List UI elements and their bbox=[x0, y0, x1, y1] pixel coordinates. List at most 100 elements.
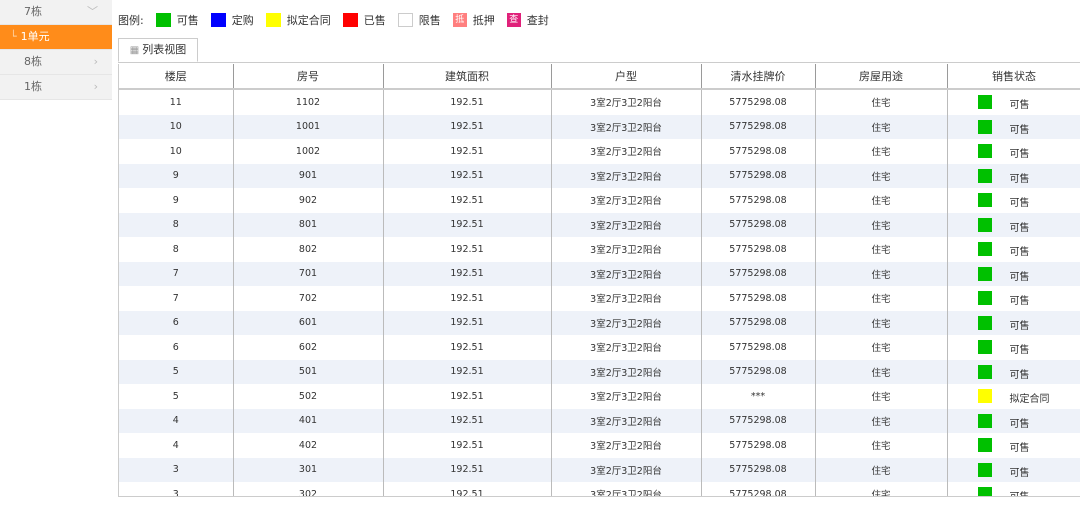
cell-type: 3室2厅3卫2阳台 bbox=[551, 482, 702, 496]
table-row[interactable]: 10 1002 192.51 3室2厅3卫2阳台 5775298.08 住宅 可售 bbox=[119, 139, 1080, 164]
status-swatch bbox=[977, 119, 992, 134]
cell-area: 192.51 bbox=[383, 163, 552, 188]
legend-swatch bbox=[265, 13, 281, 27]
cell-area: 192.51 bbox=[383, 212, 552, 237]
legend-item-seized: 查 查封 bbox=[506, 12, 549, 28]
cell-floor: 3 bbox=[119, 457, 234, 482]
cell-area: 192.51 bbox=[383, 335, 552, 360]
col-header-usage[interactable]: 房屋用途 bbox=[815, 64, 948, 90]
cell-room: 1001 bbox=[233, 114, 384, 139]
table-row[interactable]: 8 802 192.51 3室2厅3卫2阳台 5775298.08 住宅 可售 bbox=[119, 237, 1080, 262]
cell-usage: 住宅 bbox=[815, 384, 948, 409]
legend-swatch bbox=[155, 13, 171, 27]
table-row[interactable]: 4 402 192.51 3室2厅3卫2阳台 5775298.08 住宅 可售 bbox=[119, 433, 1080, 458]
cell-type: 3室2厅3卫2阳台 bbox=[551, 433, 702, 458]
table-row[interactable]: 5 502 192.51 3室2厅3卫2阳台 *** 住宅 拟定合同 bbox=[119, 384, 1080, 409]
cell-usage: 住宅 bbox=[815, 163, 948, 188]
sidebar-empty-area bbox=[0, 124, 112, 509]
col-header-status[interactable]: 销售状态 bbox=[947, 64, 1080, 90]
legend-label: 已售 bbox=[363, 14, 386, 27]
table-row[interactable]: 11 1102 192.51 3室2厅3卫2阳台 5775298.08 住宅 可售 bbox=[119, 89, 1080, 115]
tab-list-view[interactable]: ▦ 列表视图 bbox=[118, 38, 198, 62]
status-swatch bbox=[977, 438, 992, 452]
cell-area: 192.51 bbox=[383, 261, 552, 286]
cell-type: 3室2厅3卫2阳台 bbox=[551, 457, 702, 482]
cell-status: 可售 bbox=[947, 482, 1080, 496]
cell-usage: 住宅 bbox=[815, 335, 948, 360]
status-swatch bbox=[977, 266, 992, 281]
sidebar-item-unit-1[interactable]: └ 1单元 bbox=[0, 25, 112, 50]
cell-type: 3室2厅3卫2阳台 bbox=[551, 286, 702, 311]
cell-room: 701 bbox=[233, 261, 384, 286]
table-row[interactable]: 10 1001 192.51 3室2厅3卫2阳台 5775298.08 住宅 可售 bbox=[119, 114, 1080, 139]
cell-price: 5775298.08 bbox=[701, 212, 816, 237]
table-header-row: 楼层 房号 建筑面积 户型 清水挂牌价 房屋用途 销售状态 bbox=[119, 64, 1080, 90]
cell-floor: 8 bbox=[119, 212, 234, 237]
status-label: 可售 bbox=[1009, 247, 1030, 258]
cell-room: 501 bbox=[233, 359, 384, 384]
table-row[interactable]: 3 301 192.51 3室2厅3卫2阳台 5775298.08 住宅 可售 bbox=[119, 457, 1080, 482]
table-row[interactable]: 4 401 192.51 3室2厅3卫2阳台 5775298.08 住宅 可售 bbox=[119, 408, 1080, 433]
status-swatch bbox=[977, 95, 992, 109]
sidebar-item-building-7[interactable]: 7栋 ﹀ bbox=[0, 0, 112, 25]
cell-usage: 住宅 bbox=[815, 408, 948, 433]
table-row[interactable]: 5 501 192.51 3室2厅3卫2阳台 5775298.08 住宅 可售 bbox=[119, 359, 1080, 384]
col-header-price[interactable]: 清水挂牌价 bbox=[701, 64, 816, 90]
cell-room: 302 bbox=[233, 482, 384, 496]
cell-price: 5775298.08 bbox=[701, 163, 816, 188]
cell-price: 5775298.08 bbox=[701, 433, 816, 458]
cell-room: 1002 bbox=[233, 139, 384, 164]
cell-area: 192.51 bbox=[383, 286, 552, 311]
cell-type: 3室2厅3卫2阳台 bbox=[551, 163, 702, 188]
cell-type: 3室2厅3卫2阳台 bbox=[551, 139, 702, 164]
cell-price: 5775298.08 bbox=[701, 359, 816, 384]
status-label: 可售 bbox=[1009, 443, 1030, 454]
cell-floor: 8 bbox=[119, 237, 234, 262]
cell-usage: 住宅 bbox=[815, 261, 948, 286]
cell-floor: 5 bbox=[119, 384, 234, 409]
cell-area: 192.51 bbox=[383, 384, 552, 409]
col-header-area[interactable]: 建筑面积 bbox=[383, 64, 552, 90]
cell-floor: 10 bbox=[119, 139, 234, 164]
legend-item-mortgage: 抵 抵押 bbox=[452, 12, 495, 28]
cell-price: 5775298.08 bbox=[701, 286, 816, 311]
table-body: 11 1102 192.51 3室2厅3卫2阳台 5775298.08 住宅 可售 10 100… bbox=[119, 89, 1080, 496]
cell-status: 可售 bbox=[947, 212, 1080, 237]
tree-branch-icon: └ bbox=[10, 30, 17, 43]
legend-label: 定购 bbox=[231, 14, 254, 27]
cell-floor: 3 bbox=[119, 482, 234, 496]
cell-room: 702 bbox=[233, 286, 384, 311]
sidebar-item-building-1[interactable]: 1栋 › bbox=[0, 75, 112, 100]
cell-status: 可售 bbox=[947, 457, 1080, 482]
cell-area: 192.51 bbox=[383, 408, 552, 433]
status-label: 拟定合同 bbox=[1009, 394, 1050, 405]
chevron-right-icon: › bbox=[93, 80, 98, 93]
cell-usage: 住宅 bbox=[815, 482, 948, 496]
table-row[interactable]: 3302192.513室2厅3卫2阳台5775298.08住宅 可售 bbox=[119, 482, 1080, 496]
col-header-floor[interactable]: 楼层 bbox=[119, 64, 234, 90]
table-row[interactable]: 6 602 192.51 3室2厅3卫2阳台 5775298.08 住宅 可售 bbox=[119, 335, 1080, 360]
status-label: 可售 bbox=[1009, 173, 1030, 185]
cell-type: 3室2厅3卫2阳台 bbox=[551, 408, 702, 433]
table-row[interactable]: 7 702 192.51 3室2厅3卫2阳台 5775298.08 住宅 可售 bbox=[119, 286, 1080, 311]
cell-area: 192.51 bbox=[383, 310, 552, 335]
cell-status: 拟定合同 bbox=[947, 384, 1080, 409]
table-row[interactable]: 6 601 192.51 3室2厅3卫2阳台 5775298.08 住宅 可售 bbox=[119, 310, 1080, 335]
table-row[interactable]: 7 701 192.51 3室2厅3卫2阳台 5775298.08 住宅 可售 bbox=[119, 261, 1080, 286]
col-header-room[interactable]: 房号 bbox=[233, 64, 384, 90]
sidebar-item-building-8[interactable]: 8栋 › bbox=[0, 50, 112, 75]
cell-area: 192.51 bbox=[383, 114, 552, 139]
chevron-down-icon: ﹀ bbox=[87, 5, 98, 18]
cell-type: 3室2厅3卫2阳台 bbox=[551, 237, 702, 262]
cell-floor: 9 bbox=[119, 188, 234, 213]
view-tab-bar: ▦ 列表视图 bbox=[118, 38, 1080, 63]
table-row[interactable]: 9 902 192.51 3室2厅3卫2阳台 5775298.08 住宅 可售 bbox=[119, 188, 1080, 213]
table-row[interactable]: 9 901 192.51 3室2厅3卫2阳台 5775298.08 住宅 可售 bbox=[119, 163, 1080, 188]
cell-status: 可售 bbox=[947, 408, 1080, 433]
table-row[interactable]: 8 801 192.51 3室2厅3卫2阳台 5775298.08 住宅 可售 bbox=[119, 212, 1080, 237]
col-header-type[interactable]: 户型 bbox=[551, 64, 702, 90]
status-swatch bbox=[977, 168, 992, 183]
cell-floor: 11 bbox=[119, 89, 234, 115]
cell-status: 可售 bbox=[947, 163, 1080, 188]
tab-label: 列表视图 bbox=[142, 43, 187, 56]
